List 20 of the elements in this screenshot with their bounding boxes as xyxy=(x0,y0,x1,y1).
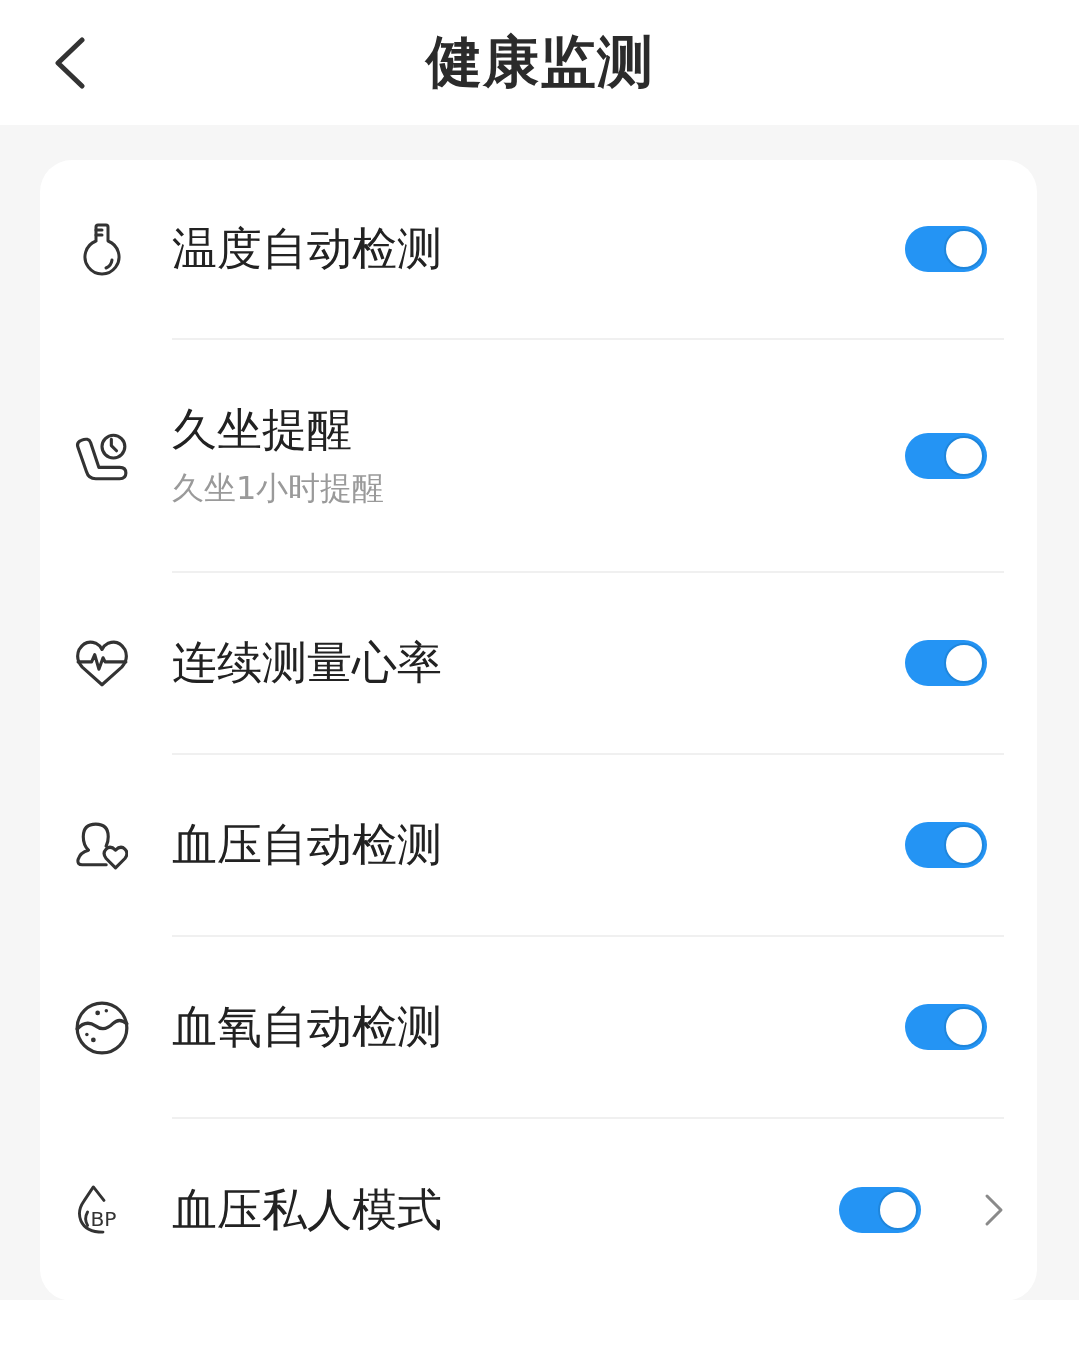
setting-label: 温度自动检测 xyxy=(172,223,442,275)
toggle-switch[interactable] xyxy=(905,640,987,686)
setting-description: 久坐1小时提醒 xyxy=(172,469,385,507)
chevron-right-icon xyxy=(984,1193,1004,1227)
back-icon xyxy=(54,37,86,89)
setting-label: 久坐提醒 xyxy=(172,404,352,456)
toggle-switch[interactable] xyxy=(905,226,987,272)
thermometer-icon xyxy=(82,223,122,277)
toggle-switch[interactable] xyxy=(905,432,987,479)
setting-label: 血氧自动检测 xyxy=(172,1001,442,1053)
globe-wave-icon xyxy=(75,1001,129,1055)
person-heart-icon xyxy=(76,820,128,872)
toggle-switch[interactable] xyxy=(905,822,987,868)
page-title: 健康监测 xyxy=(425,27,654,96)
toggle-switch[interactable] xyxy=(839,1187,921,1233)
heart-pulse-icon xyxy=(75,640,129,688)
toggle-switch[interactable] xyxy=(905,1004,987,1050)
setting-label: 血压自动检测 xyxy=(172,819,442,871)
setting-label: 血压私人模式 xyxy=(172,1184,442,1236)
setting-label: 连续测量心率 xyxy=(172,637,442,689)
